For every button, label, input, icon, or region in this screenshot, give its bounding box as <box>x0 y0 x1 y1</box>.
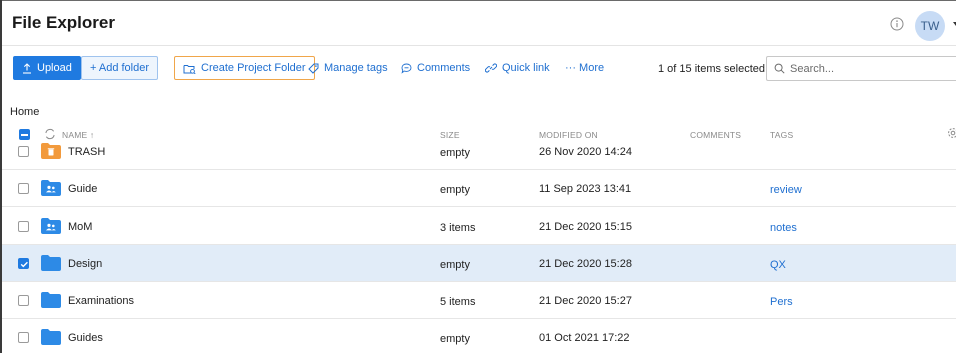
info-icon[interactable] <box>890 17 904 31</box>
file-size: empty <box>440 184 470 196</box>
file-name[interactable]: TRASH <box>68 146 105 158</box>
project-folder-icon <box>183 64 196 74</box>
table-row[interactable]: TRASH empty 26 Nov 2020 14:24 <box>2 136 956 170</box>
file-name[interactable]: MoM <box>68 221 92 233</box>
more-link[interactable]: ··· More <box>565 56 604 80</box>
create-project-folder-label: Create Project Folder <box>201 62 306 74</box>
upload-button[interactable]: Upload <box>13 56 81 80</box>
table-row[interactable]: MoM 3 items 21 Dec 2020 15:15 notes <box>2 208 956 245</box>
trash-folder-icon <box>41 143 61 159</box>
file-name[interactable]: Guides <box>68 332 103 344</box>
upload-icon <box>23 62 31 74</box>
table-row[interactable]: Guide empty 11 Sep 2023 13:41 review <box>2 170 956 207</box>
file-name[interactable]: Examinations <box>68 295 134 307</box>
quick-link-label: Quick link <box>502 62 550 74</box>
tag-link[interactable]: review <box>770 184 802 196</box>
row-checkbox[interactable] <box>18 258 29 269</box>
upload-label: Upload <box>37 62 72 74</box>
quick-link-link[interactable]: Quick link <box>485 56 550 80</box>
search-box[interactable] <box>766 56 956 81</box>
file-size: 5 items <box>440 296 476 308</box>
row-checkbox[interactable] <box>18 332 29 343</box>
manage-tags-label: Manage tags <box>324 62 388 74</box>
modified-date: 21 Dec 2020 15:28 <box>539 258 632 270</box>
file-size: empty <box>440 333 470 345</box>
row-checkbox[interactable] <box>18 183 29 194</box>
file-name[interactable]: Guide <box>68 183 97 195</box>
search-icon <box>774 63 785 74</box>
search-input[interactable] <box>790 62 950 75</box>
folder-icon <box>41 329 61 345</box>
app-title: File Explorer <box>12 13 115 32</box>
file-size: 3 items <box>440 222 476 234</box>
more-label: ··· More <box>565 62 605 74</box>
modified-date: 26 Nov 2020 14:24 <box>539 146 632 158</box>
modified-date: 21 Dec 2020 15:15 <box>539 221 632 233</box>
checkmark-icon <box>20 261 28 268</box>
modified-date: 01 Oct 2021 17:22 <box>539 332 630 344</box>
file-size: empty <box>440 259 470 271</box>
table-row[interactable]: Examinations 5 items 21 Dec 2020 15:27 P… <box>2 282 956 319</box>
shared-folder-icon <box>41 180 61 196</box>
selection-count: 1 of 15 items selected <box>658 63 766 75</box>
folder-icon <box>41 292 61 308</box>
modified-date: 11 Sep 2023 13:41 <box>539 183 632 195</box>
row-checkbox[interactable] <box>18 295 29 306</box>
add-folder-button[interactable]: + Add folder <box>81 56 159 80</box>
manage-tags-link[interactable]: Manage tags <box>308 56 388 80</box>
app-header: File Explorer TW <box>2 1 956 46</box>
comment-icon <box>401 63 412 74</box>
create-project-folder-button[interactable]: Create Project Folder <box>174 56 315 80</box>
shared-folder-icon <box>41 218 61 234</box>
table-row[interactable]: Guides empty 01 Oct 2021 17:22 <box>2 319 956 353</box>
tag-icon <box>308 63 319 74</box>
add-folder-label: + Add folder <box>90 62 150 74</box>
tag-link[interactable]: Pers <box>770 296 793 308</box>
comments-label: Comments <box>417 62 471 74</box>
row-checkbox[interactable] <box>18 221 29 232</box>
folder-icon <box>41 255 61 271</box>
modified-date: 21 Dec 2020 15:27 <box>539 295 632 307</box>
table-row[interactable]: Design empty 21 Dec 2020 15:28 QX <box>2 245 956 282</box>
comments-link[interactable]: Comments <box>401 56 470 80</box>
user-avatar[interactable]: TW <box>915 11 945 41</box>
toolbar: Upload + Add folder Create Project Folde… <box>2 46 956 92</box>
file-size: empty <box>440 147 470 159</box>
breadcrumb[interactable]: Home <box>10 106 39 118</box>
link-icon <box>485 63 497 73</box>
tag-link[interactable]: QX <box>770 259 786 271</box>
file-list: TRASH empty 26 Nov 2020 14:24 Guide empt… <box>2 136 956 353</box>
file-name[interactable]: Design <box>68 258 102 270</box>
tag-link[interactable]: notes <box>770 222 797 234</box>
row-checkbox[interactable] <box>18 146 29 157</box>
